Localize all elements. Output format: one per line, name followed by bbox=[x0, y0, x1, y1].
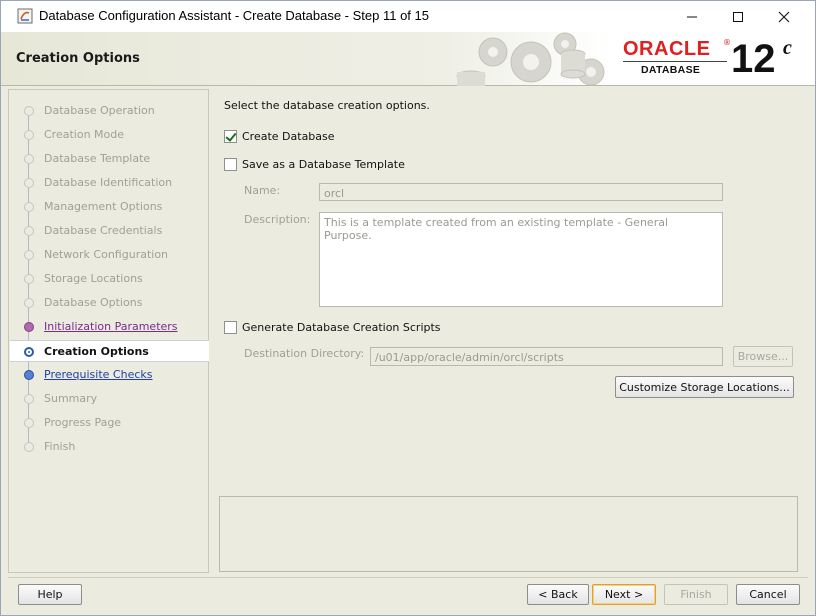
registered-mark: ® bbox=[723, 38, 731, 47]
nav-step-label: Management Options bbox=[44, 200, 163, 213]
nav-step-label: Storage Locations bbox=[44, 272, 143, 285]
nav-step-management-options: Management Options bbox=[10, 196, 209, 218]
maximize-button[interactable] bbox=[715, 1, 761, 32]
step-status-icon bbox=[24, 202, 34, 212]
nav-step-label: Summary bbox=[44, 392, 98, 405]
app-icon bbox=[17, 8, 33, 24]
page-title: Creation Options bbox=[16, 51, 140, 66]
template-name-field: orcl bbox=[319, 183, 723, 201]
generate-scripts-option[interactable]: Generate Database Creation Scripts bbox=[224, 319, 441, 335]
step-status-icon bbox=[24, 418, 34, 428]
minimize-icon bbox=[687, 16, 697, 17]
nav-step-storage-locations: Storage Locations bbox=[10, 268, 209, 290]
generate-scripts-checkbox[interactable] bbox=[224, 320, 237, 334]
nav-step-finish: Finish bbox=[10, 436, 209, 458]
title-bar: Database Configuration Assistant - Creat… bbox=[1, 1, 815, 32]
next-button[interactable]: Next > bbox=[592, 584, 656, 605]
generate-scripts-label: Generate Database Creation Scripts bbox=[242, 320, 441, 334]
description-label: Description: bbox=[244, 213, 311, 226]
database-wordmark: DATABASE bbox=[641, 64, 701, 76]
help-button[interactable]: Help bbox=[18, 584, 82, 605]
step-status-icon bbox=[24, 226, 34, 236]
minimize-button[interactable] bbox=[669, 1, 715, 32]
create-database-checkbox[interactable] bbox=[224, 129, 237, 143]
messages-panel bbox=[219, 496, 798, 572]
oracle-wordmark: ORACLE bbox=[623, 38, 711, 60]
close-button[interactable] bbox=[761, 1, 807, 32]
step-status-icon bbox=[24, 298, 34, 308]
nav-step-label: Finish bbox=[44, 440, 76, 453]
nav-step-label: Creation Mode bbox=[44, 128, 125, 141]
step-status-icon bbox=[24, 250, 34, 260]
back-button[interactable]: < Back bbox=[527, 584, 589, 605]
destination-directory-label: Destination Directory: bbox=[244, 347, 365, 360]
oracle-database-logo: ORACLE ® DATABASE 12 c bbox=[621, 37, 811, 83]
nav-step-prerequisite-checks[interactable]: Prerequisite Checks bbox=[10, 364, 209, 386]
nav-step-creation-options[interactable]: Creation Options bbox=[10, 340, 209, 362]
logo-divider bbox=[623, 61, 727, 62]
save-template-option[interactable]: Save as a Database Template bbox=[224, 156, 405, 172]
nav-step-label: Network Configuration bbox=[44, 248, 169, 261]
nav-step-summary: Summary bbox=[10, 388, 209, 410]
nav-step-label: Database Identification bbox=[44, 176, 173, 189]
step-status-icon bbox=[24, 274, 34, 284]
instruction-text: Select the database creation options. bbox=[224, 99, 430, 112]
save-template-label: Save as a Database Template bbox=[242, 157, 405, 171]
step-navigation: Database Operation Creation Mode Database … bbox=[8, 89, 209, 573]
nav-step-initialization-parameters[interactable]: Initialization Parameters bbox=[10, 316, 209, 338]
browse-button: Browse... bbox=[733, 346, 793, 367]
nav-step-progress-page: Progress Page bbox=[10, 412, 209, 434]
step-status-icon bbox=[24, 130, 34, 140]
finish-button: Finish bbox=[664, 584, 728, 605]
creation-options-panel: Select the database creation options. Cr… bbox=[211, 89, 808, 573]
version-number: 12 bbox=[731, 37, 776, 81]
nav-step-database-credentials: Database Credentials bbox=[10, 220, 209, 242]
window-title: Database Configuration Assistant - Creat… bbox=[39, 8, 429, 23]
step-status-icon bbox=[24, 178, 34, 188]
name-label: Name: bbox=[244, 184, 281, 197]
nav-step-label: Initialization Parameters bbox=[44, 320, 178, 333]
nav-step-database-template: Database Template bbox=[10, 148, 209, 170]
create-database-option[interactable]: Create Database bbox=[224, 128, 335, 144]
step-status-icon bbox=[24, 154, 34, 164]
step-status-icon bbox=[24, 394, 34, 404]
nav-step-label: Database Operation bbox=[44, 104, 155, 117]
footer-divider bbox=[8, 577, 808, 578]
nav-step-creation-mode: Creation Mode bbox=[10, 124, 209, 146]
step-status-icon bbox=[24, 322, 34, 332]
template-description-field: This is a template created from an exist… bbox=[319, 212, 723, 307]
cancel-button[interactable]: Cancel bbox=[736, 584, 800, 605]
nav-step-database-identification: Database Identification bbox=[10, 172, 209, 194]
customize-storage-locations-button[interactable]: Customize Storage Locations... bbox=[615, 376, 794, 398]
version-suffix: c bbox=[783, 37, 792, 59]
dbca-window: Database Configuration Assistant - Creat… bbox=[0, 0, 816, 616]
step-status-icon bbox=[24, 442, 34, 452]
step-status-icon bbox=[24, 347, 34, 357]
nav-step-database-options: Database Options bbox=[10, 292, 209, 314]
gears-graphic bbox=[456, 32, 605, 86]
nav-step-database-operation: Database Operation bbox=[10, 100, 209, 122]
nav-step-label: Prerequisite Checks bbox=[44, 368, 153, 381]
maximize-icon bbox=[733, 11, 743, 22]
nav-step-label: Database Credentials bbox=[44, 224, 163, 237]
step-status-icon bbox=[24, 106, 34, 116]
close-icon bbox=[778, 11, 790, 22]
nav-step-network-configuration: Network Configuration bbox=[10, 244, 209, 266]
header-banner: Creation Options ORACLE ® DATABASE 12 c bbox=[1, 32, 815, 86]
nav-step-label: Database Template bbox=[44, 152, 151, 165]
step-status-icon bbox=[24, 370, 34, 380]
destination-directory-field: /u01/app/oracle/admin/orcl/scripts bbox=[370, 347, 723, 366]
nav-step-label: Creation Options bbox=[44, 345, 149, 358]
nav-step-label: Database Options bbox=[44, 296, 143, 309]
save-template-checkbox[interactable] bbox=[224, 157, 237, 171]
create-database-label: Create Database bbox=[242, 129, 335, 143]
nav-step-label: Progress Page bbox=[44, 416, 122, 429]
